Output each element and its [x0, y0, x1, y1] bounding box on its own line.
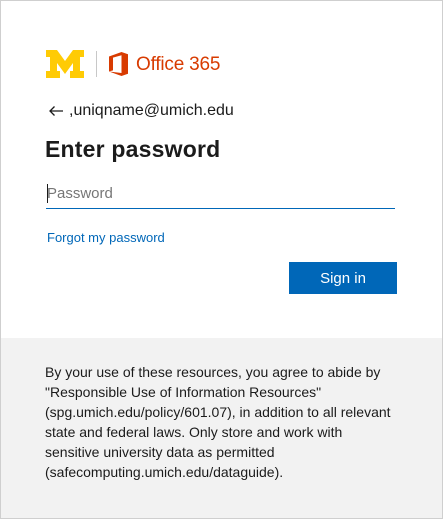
sign-in-window: Office 365 ,uniqname@umich.edu Enter pas… — [0, 0, 443, 519]
identity-banner[interactable]: ,uniqname@umich.edu — [48, 102, 234, 120]
page-title: Enter password — [45, 136, 221, 162]
sign-in-button[interactable]: Sign in — [289, 262, 397, 294]
forgot-password-link[interactable]: Forgot my password — [47, 230, 165, 245]
usage-policy-text: By your use of these resources, you agre… — [45, 364, 391, 480]
sign-in-card: Office 365 ,uniqname@umich.edu Enter pas… — [1, 1, 442, 338]
password-input[interactable] — [46, 179, 395, 209]
footer-notice: By your use of these resources, you agre… — [1, 338, 442, 518]
account-email: ,uniqname@umich.edu — [69, 102, 234, 119]
office-logo-icon — [109, 52, 128, 76]
back-arrow-icon[interactable] — [48, 105, 64, 117]
office-365-label: Office 365 — [136, 53, 221, 75]
text-cursor — [47, 184, 48, 203]
logo-divider — [96, 51, 97, 77]
block-m-logo — [46, 50, 84, 78]
brand-logos: Office 365 — [45, 49, 220, 79]
